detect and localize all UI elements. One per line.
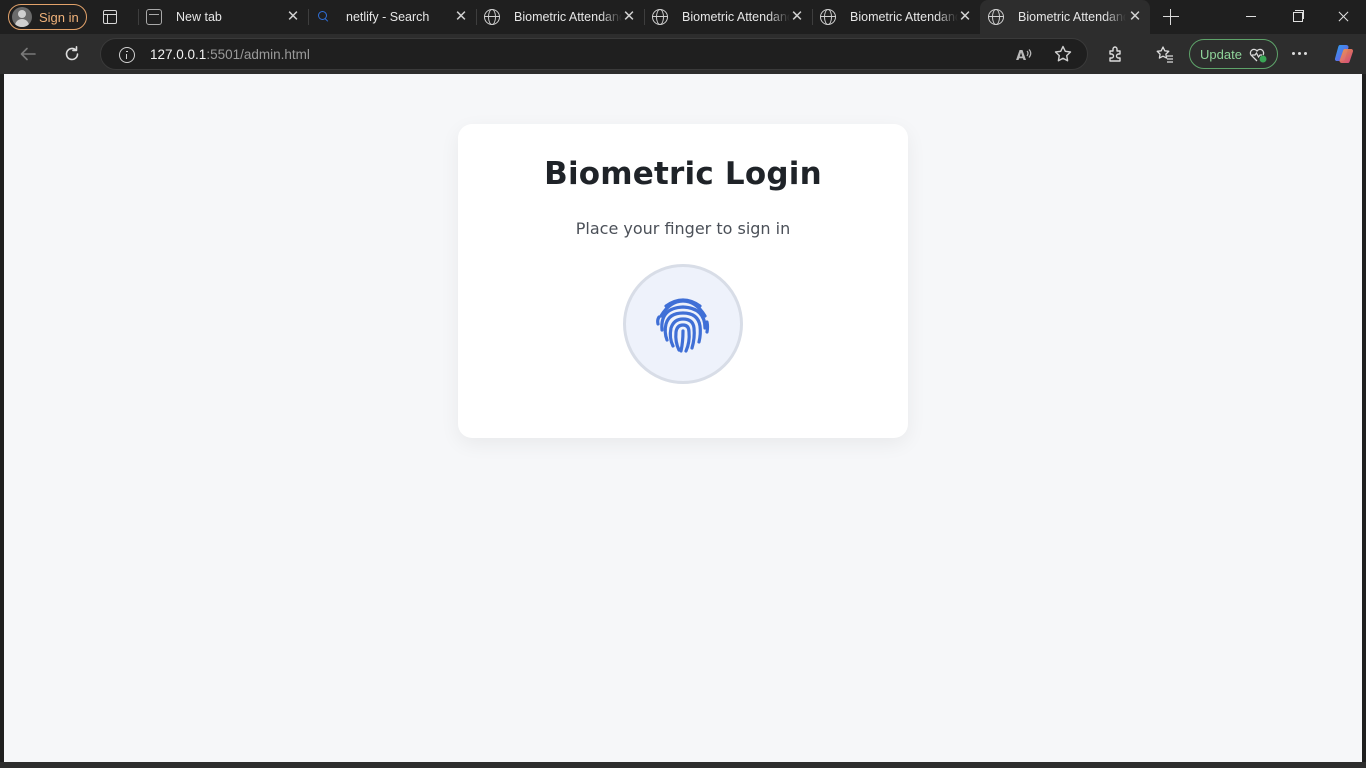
login-instruction: Place your finger to sign in (575, 219, 791, 238)
extensions-icon[interactable] (1104, 42, 1128, 66)
profile-label: Sign in (39, 9, 79, 25)
site-info-icon[interactable] (119, 47, 135, 63)
profile-sign-in-button[interactable]: Sign in (8, 4, 87, 30)
tab-title: New tab (176, 10, 222, 24)
window-bottom-edge (0, 762, 1366, 768)
tab-biometric-attendance-1[interactable]: Biometric Attendance ✕ (476, 0, 644, 34)
tab-biometric-attendance-2[interactable]: Biometric Attendance ✕ (644, 0, 812, 34)
minimize-button[interactable] (1228, 0, 1274, 34)
globe-icon (820, 9, 836, 25)
search-icon (316, 9, 332, 25)
copilot-icon[interactable] (1332, 42, 1356, 66)
close-window-button[interactable] (1320, 0, 1366, 34)
tab-title: Biometric Attendance (850, 10, 958, 24)
browser-window: Sign in New tab ✕ netlify - Search ✕ Bio… (0, 0, 1366, 768)
tab-title: Biometric Attendance (1018, 10, 1126, 24)
back-button[interactable] (16, 42, 40, 66)
reload-button[interactable] (60, 42, 84, 66)
globe-icon (988, 9, 1004, 25)
address-bar[interactable]: 127.0.0.1:5501/admin.html A (100, 38, 1088, 70)
globe-icon (484, 9, 500, 25)
tab-biometric-attendance-3[interactable]: Biometric Attendance ✕ (812, 0, 980, 34)
tab-strip: Sign in New tab ✕ netlify - Search ✕ Bio… (0, 0, 1366, 34)
url-text: 127.0.0.1:5501/admin.html (150, 47, 310, 62)
svg-text:A: A (1016, 49, 1026, 64)
close-tab-icon[interactable]: ✕ (286, 9, 300, 24)
tab-biometric-attendance-active[interactable]: Biometric Attendance ✕ (980, 0, 1150, 34)
globe-icon (652, 9, 668, 25)
update-label: Update (1200, 46, 1242, 62)
favorite-star-icon[interactable] (1053, 44, 1073, 69)
avatar (12, 7, 32, 27)
page-viewport: Biometric Login Place your finger to sig… (4, 74, 1362, 762)
close-tab-icon[interactable]: ✕ (1128, 9, 1142, 24)
favorites-icon[interactable] (1153, 42, 1177, 66)
page-title: Biometric Login (544, 156, 822, 192)
new-tab-page-icon (146, 9, 162, 25)
update-button[interactable]: Update (1189, 39, 1278, 69)
restore-button[interactable] (1274, 0, 1320, 34)
fingerprint-icon (656, 298, 710, 353)
update-heart-icon (1249, 47, 1267, 63)
close-tab-icon[interactable]: ✕ (958, 9, 972, 24)
tab-actions-icon[interactable] (102, 9, 118, 25)
tab-title: netlify - Search (346, 10, 430, 24)
tab-new-tab[interactable]: New tab ✕ (138, 0, 308, 34)
new-tab-button[interactable] (1162, 8, 1180, 26)
tab-title: Biometric Attendance (682, 10, 790, 24)
read-aloud-icon[interactable]: A (1015, 46, 1033, 64)
tab-title: Biometric Attendance (514, 10, 622, 24)
browser-toolbar: 127.0.0.1:5501/admin.html A Update (0, 34, 1366, 74)
login-card: Biometric Login Place your finger to sig… (458, 124, 908, 438)
close-tab-icon[interactable]: ✕ (622, 9, 636, 24)
more-options-icon[interactable] (1292, 52, 1307, 55)
tab-netlify-search[interactable]: netlify - Search ✕ (308, 0, 476, 34)
close-tab-icon[interactable]: ✕ (454, 9, 468, 24)
close-tab-icon[interactable]: ✕ (790, 9, 804, 24)
fingerprint-scanner-button[interactable] (623, 264, 743, 384)
